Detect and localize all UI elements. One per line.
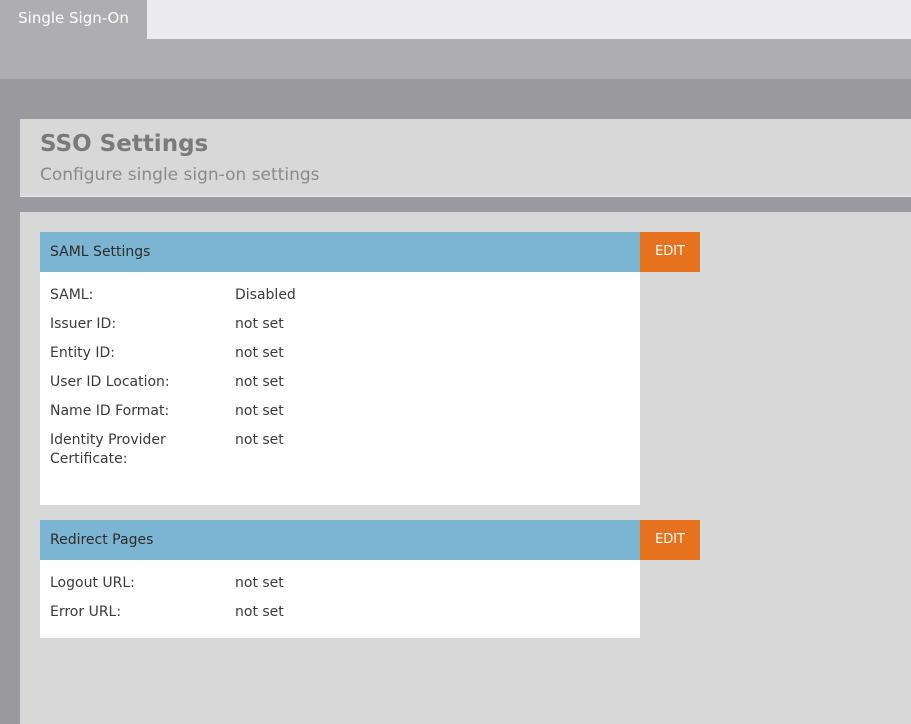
redirect-pages-header: Redirect Pages: [40, 520, 640, 560]
header-divider: [20, 197, 911, 212]
user-id-location-value: not set: [235, 374, 284, 390]
error-url-row: Error URL: not set: [50, 603, 630, 622]
main-content: SSO Settings Configure single sign-on se…: [20, 119, 911, 724]
name-id-format-label: Name ID Format:: [50, 403, 170, 419]
issuer-id-row: Issuer ID: not set: [50, 315, 630, 334]
tab-bar: Single Sign-On: [0, 0, 911, 39]
page-header: SSO Settings Configure single sign-on se…: [20, 119, 911, 197]
error-url-label: Error URL:: [50, 604, 122, 620]
issuer-id-value: not set: [235, 316, 284, 332]
idp-certificate-row: Identity Provider Certificate: not set: [50, 431, 630, 469]
saml-settings-body: SAML: Disabled Issuer ID: not set Entity…: [40, 272, 640, 505]
logout-url-row: Logout URL: not set: [50, 574, 630, 593]
tab-single-sign-on[interactable]: Single Sign-On: [0, 0, 147, 39]
saml-edit-button[interactable]: EDIT: [640, 232, 700, 272]
name-id-format-row: Name ID Format: not set: [50, 402, 630, 421]
page-title: SSO Settings: [40, 131, 209, 157]
entity-id-row: Entity ID: not set: [50, 344, 630, 363]
redirect-edit-button[interactable]: EDIT: [640, 520, 700, 560]
user-id-location-label: User ID Location:: [50, 374, 170, 390]
saml-label: SAML:: [50, 287, 94, 303]
saml-value: Disabled: [235, 287, 296, 303]
entity-id-label: Entity ID:: [50, 345, 115, 361]
logout-url-value: not set: [235, 575, 284, 591]
sub-toolbar: [0, 39, 911, 79]
entity-id-value: not set: [235, 345, 284, 361]
issuer-id-label: Issuer ID:: [50, 316, 117, 332]
saml-row: SAML: Disabled: [50, 286, 630, 305]
logout-url-label: Logout URL:: [50, 575, 135, 591]
idp-certificate-value: not set: [235, 432, 284, 448]
redirect-pages-body: Logout URL: not set Error URL: not set: [40, 560, 640, 638]
user-id-location-row: User ID Location: not set: [50, 373, 630, 392]
error-url-value: not set: [235, 604, 284, 620]
saml-settings-panel: SAML Settings EDIT SAML: Disabled Issuer…: [40, 232, 700, 505]
redirect-pages-panel: Redirect Pages EDIT Logout URL: not set …: [40, 520, 700, 638]
saml-settings-header: SAML Settings: [40, 232, 640, 272]
name-id-format-value: not set: [235, 403, 284, 419]
idp-certificate-label: Identity Provider Certificate:: [50, 432, 166, 467]
page-subtitle: Configure single sign-on settings: [40, 165, 320, 185]
